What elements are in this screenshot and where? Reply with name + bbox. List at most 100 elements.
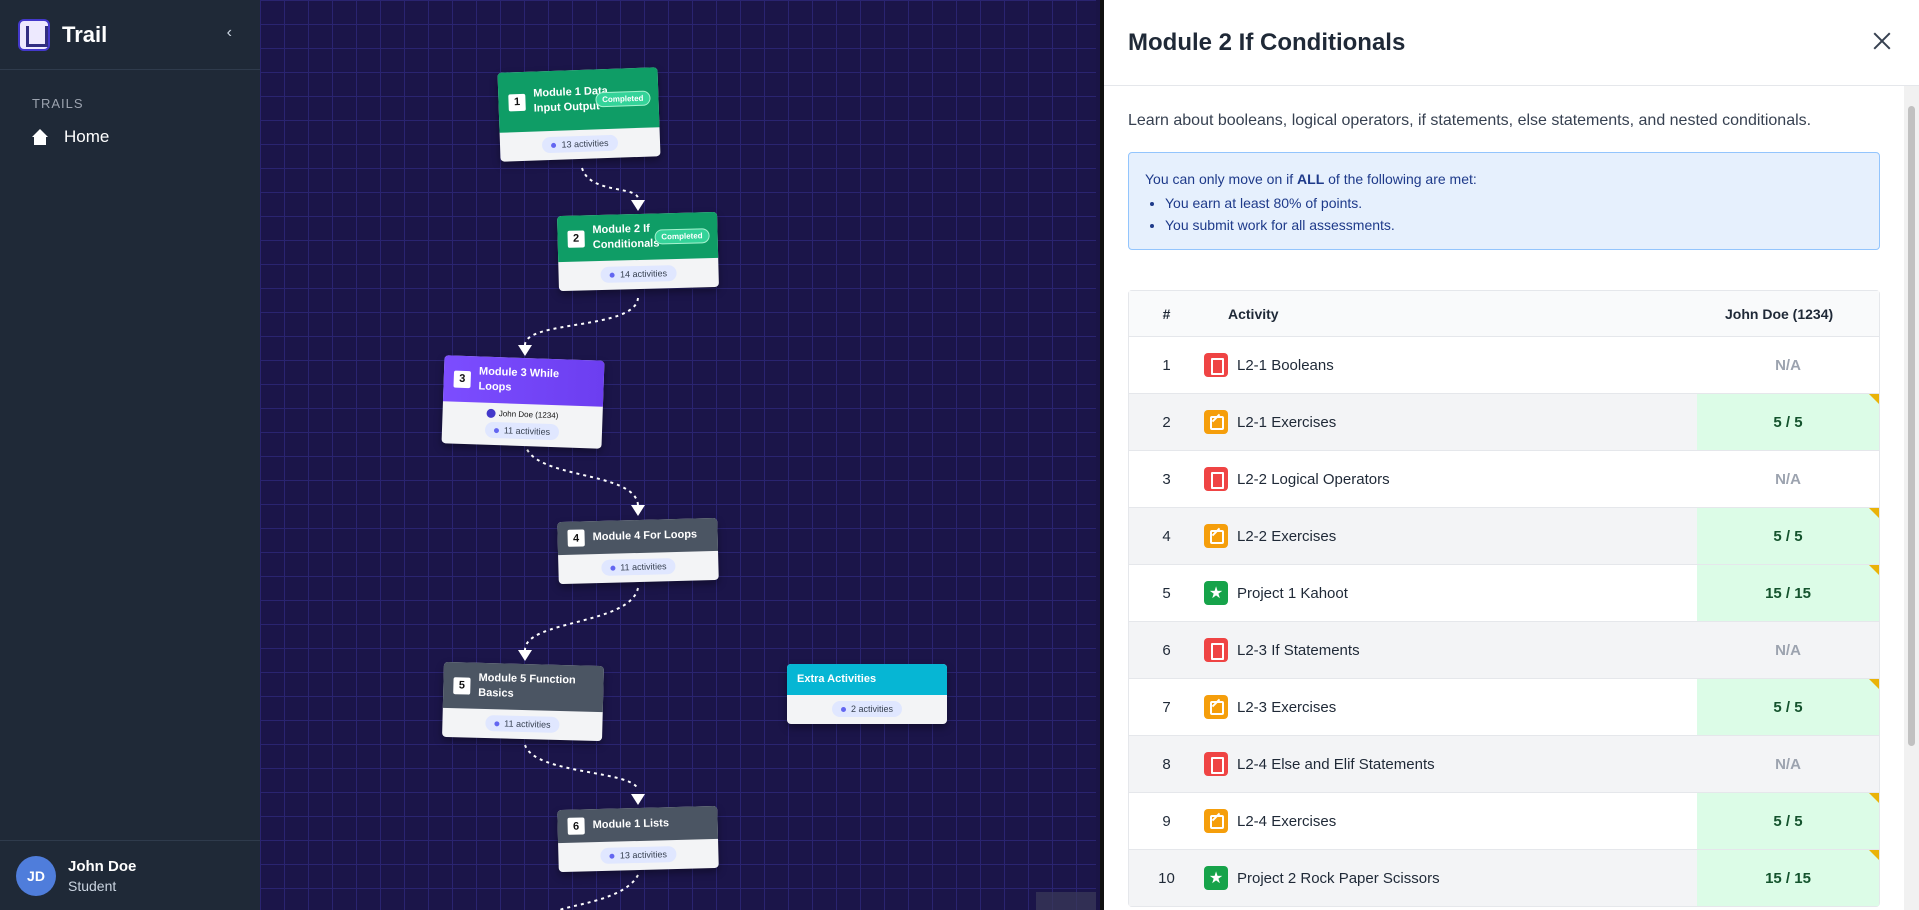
- node-title: Module 3 While Loops: [478, 365, 560, 394]
- collapse-sidebar-icon[interactable]: ‹: [227, 24, 232, 42]
- table-row[interactable]: 10 ★ Project 2 Rock Paper Scissors 15 / 15: [1129, 849, 1879, 906]
- status-badge: Completed: [594, 90, 651, 107]
- trail-logo-icon: [18, 18, 50, 51]
- app-name: Trail: [62, 21, 108, 47]
- connector-4-5: [524, 587, 639, 651]
- node-connectors: [518, 167, 645, 910]
- score-cell: N/A: [1775, 356, 1801, 374]
- trail-node-module-4[interactable]: 4 Module 4 For Loops 11 activities: [557, 517, 719, 585]
- panel-title: Module 2 If Conditionals: [1128, 28, 1406, 56]
- sidebar-section-label: TRAILS: [32, 96, 84, 111]
- activity-name[interactable]: L2-4 Exercises: [1237, 813, 1336, 830]
- activity-name[interactable]: L2-3 If Statements: [1237, 642, 1360, 659]
- status-badge: Completed: [654, 227, 710, 245]
- dot-icon: [610, 565, 616, 571]
- activity-name[interactable]: L2-1 Exercises: [1237, 414, 1336, 431]
- activity-cell[interactable]: L2-3 If Statements: [1204, 638, 1697, 662]
- trail-node-module-6[interactable]: 6 Module 1 Lists 13 activities: [557, 805, 719, 873]
- requirement-item: You submit work for all assessments.: [1165, 217, 1863, 233]
- row-number: 8: [1162, 755, 1171, 773]
- dot-icon: [494, 720, 500, 726]
- activity-name[interactable]: L2-3 Exercises: [1237, 699, 1336, 716]
- sidebar-item-home[interactable]: Home: [32, 127, 260, 147]
- score-cell: 15 / 15: [1697, 850, 1879, 906]
- module-detail-panel: Module 2 If Conditionals Learn about boo…: [1100, 0, 1919, 910]
- arrow-icon: [631, 794, 645, 805]
- node-number: 1: [508, 93, 526, 111]
- user-check-icon: [486, 408, 496, 419]
- row-number: 9: [1162, 812, 1171, 830]
- sidebar: Trail ‹ TRAILS Home JD John Doe Student: [0, 0, 260, 910]
- activity-name[interactable]: Project 2 Rock Paper Scissors: [1237, 870, 1440, 887]
- canvas-minimap[interactable]: [1036, 892, 1096, 910]
- node-title: Module 1 Lists: [592, 817, 670, 832]
- activity-cell[interactable]: L2-1 Exercises: [1204, 410, 1697, 434]
- activity-cell[interactable]: L2-4 Else and Elif Statements: [1204, 752, 1697, 776]
- column-header-number: #: [1162, 305, 1171, 322]
- activity-name[interactable]: Project 1 Kahoot: [1237, 585, 1348, 602]
- book-icon: [1204, 467, 1228, 491]
- panel-scrollbar[interactable]: [1904, 86, 1919, 910]
- activity-count: 11 activities: [601, 558, 676, 576]
- node-number: 5: [453, 676, 471, 695]
- user-profile[interactable]: JD John Doe Student: [0, 840, 260, 910]
- requirement-item: You earn at least 80% of points.: [1165, 195, 1863, 211]
- row-number: 5: [1162, 584, 1171, 602]
- trail-canvas[interactable]: 1 Module 1 Data Input Output Completed 1…: [260, 0, 1096, 910]
- trail-node-extra-activities[interactable]: Extra Activities 2 activities: [787, 664, 947, 724]
- table-row[interactable]: 7 L2-3 Exercises 5 / 5: [1129, 678, 1879, 735]
- column-header-student: John Doe (1234): [1725, 305, 1834, 322]
- activity-cell[interactable]: ★ Project 1 Kahoot: [1204, 581, 1697, 605]
- sidebar-item-label: Home: [64, 127, 110, 146]
- arrow-icon: [631, 200, 645, 211]
- activity-name[interactable]: L2-1 Booleans: [1237, 357, 1334, 374]
- student-marker: John Doe (1234): [486, 408, 558, 420]
- dot-icon: [493, 427, 499, 433]
- activity-cell[interactable]: L2-4 Exercises: [1204, 809, 1697, 833]
- activity-cell[interactable]: L2-2 Logical Operators: [1204, 467, 1697, 491]
- trail-node-module-1[interactable]: 1 Module 1 Data Input Output Completed 1…: [497, 67, 661, 162]
- activity-table: # Activity John Doe (1234) 1 L2-1 Boolean…: [1128, 290, 1880, 907]
- table-row[interactable]: 1 L2-1 Booleans N/A: [1129, 336, 1879, 393]
- activity-cell[interactable]: L2-3 Exercises: [1204, 695, 1697, 719]
- row-number: 3: [1162, 470, 1171, 488]
- table-row[interactable]: 9 L2-4 Exercises 5 / 5: [1129, 792, 1879, 849]
- dot-icon: [610, 272, 616, 278]
- connector-6-next: [559, 874, 639, 910]
- score-cell: N/A: [1775, 470, 1801, 488]
- activity-cell[interactable]: L2-2 Exercises: [1204, 524, 1697, 548]
- table-row[interactable]: 3 L2-2 Logical Operators N/A: [1129, 450, 1879, 507]
- score-cell: 5 / 5: [1697, 679, 1879, 735]
- brand: Trail ‹: [0, 0, 260, 70]
- table-row[interactable]: 8 L2-4 Else and Elif Statements N/A: [1129, 735, 1879, 792]
- activity-name[interactable]: L2-2 Logical Operators: [1237, 471, 1390, 488]
- row-number: 1: [1162, 356, 1171, 374]
- connector-3-4: [524, 442, 639, 506]
- column-header-activity: Activity: [1228, 305, 1279, 322]
- table-row[interactable]: 6 L2-3 If Statements N/A: [1129, 621, 1879, 678]
- score-cell: 5 / 5: [1697, 394, 1879, 450]
- table-row[interactable]: 5 ★ Project 1 Kahoot 15 / 15: [1129, 564, 1879, 621]
- scrollbar-thumb[interactable]: [1908, 106, 1915, 746]
- row-number: 6: [1162, 641, 1171, 659]
- activity-name[interactable]: L2-2 Exercises: [1237, 528, 1336, 545]
- book-icon: [1204, 752, 1228, 776]
- score-cell: N/A: [1775, 641, 1801, 659]
- node-title: Module 5 Function Basics: [478, 671, 576, 700]
- trail-node-module-2[interactable]: 2 Module 2 If Conditionals Completed 14 …: [557, 211, 719, 292]
- edit-icon: [1204, 695, 1228, 719]
- activity-cell[interactable]: ★ Project 2 Rock Paper Scissors: [1204, 866, 1697, 890]
- trail-node-module-3[interactable]: 3 Module 3 While Loops John Doe (1234) 1…: [441, 355, 605, 449]
- book-icon: [1204, 353, 1228, 377]
- activity-cell[interactable]: L2-1 Booleans: [1204, 353, 1697, 377]
- table-row[interactable]: 4 L2-2 Exercises 5 / 5: [1129, 507, 1879, 564]
- completion-requirements: You can only move on if ALL of the follo…: [1128, 152, 1880, 250]
- node-title: Module 4 For Loops: [592, 528, 698, 544]
- dot-icon: [840, 706, 846, 712]
- edit-icon: [1204, 809, 1228, 833]
- trail-node-module-5[interactable]: 5 Module 5 Function Basics 11 activities: [442, 661, 604, 742]
- activity-name[interactable]: L2-4 Else and Elif Statements: [1237, 756, 1435, 773]
- close-icon[interactable]: [1871, 30, 1893, 52]
- table-row[interactable]: 2 L2-1 Exercises 5 / 5: [1129, 393, 1879, 450]
- arrow-icon: [518, 345, 532, 356]
